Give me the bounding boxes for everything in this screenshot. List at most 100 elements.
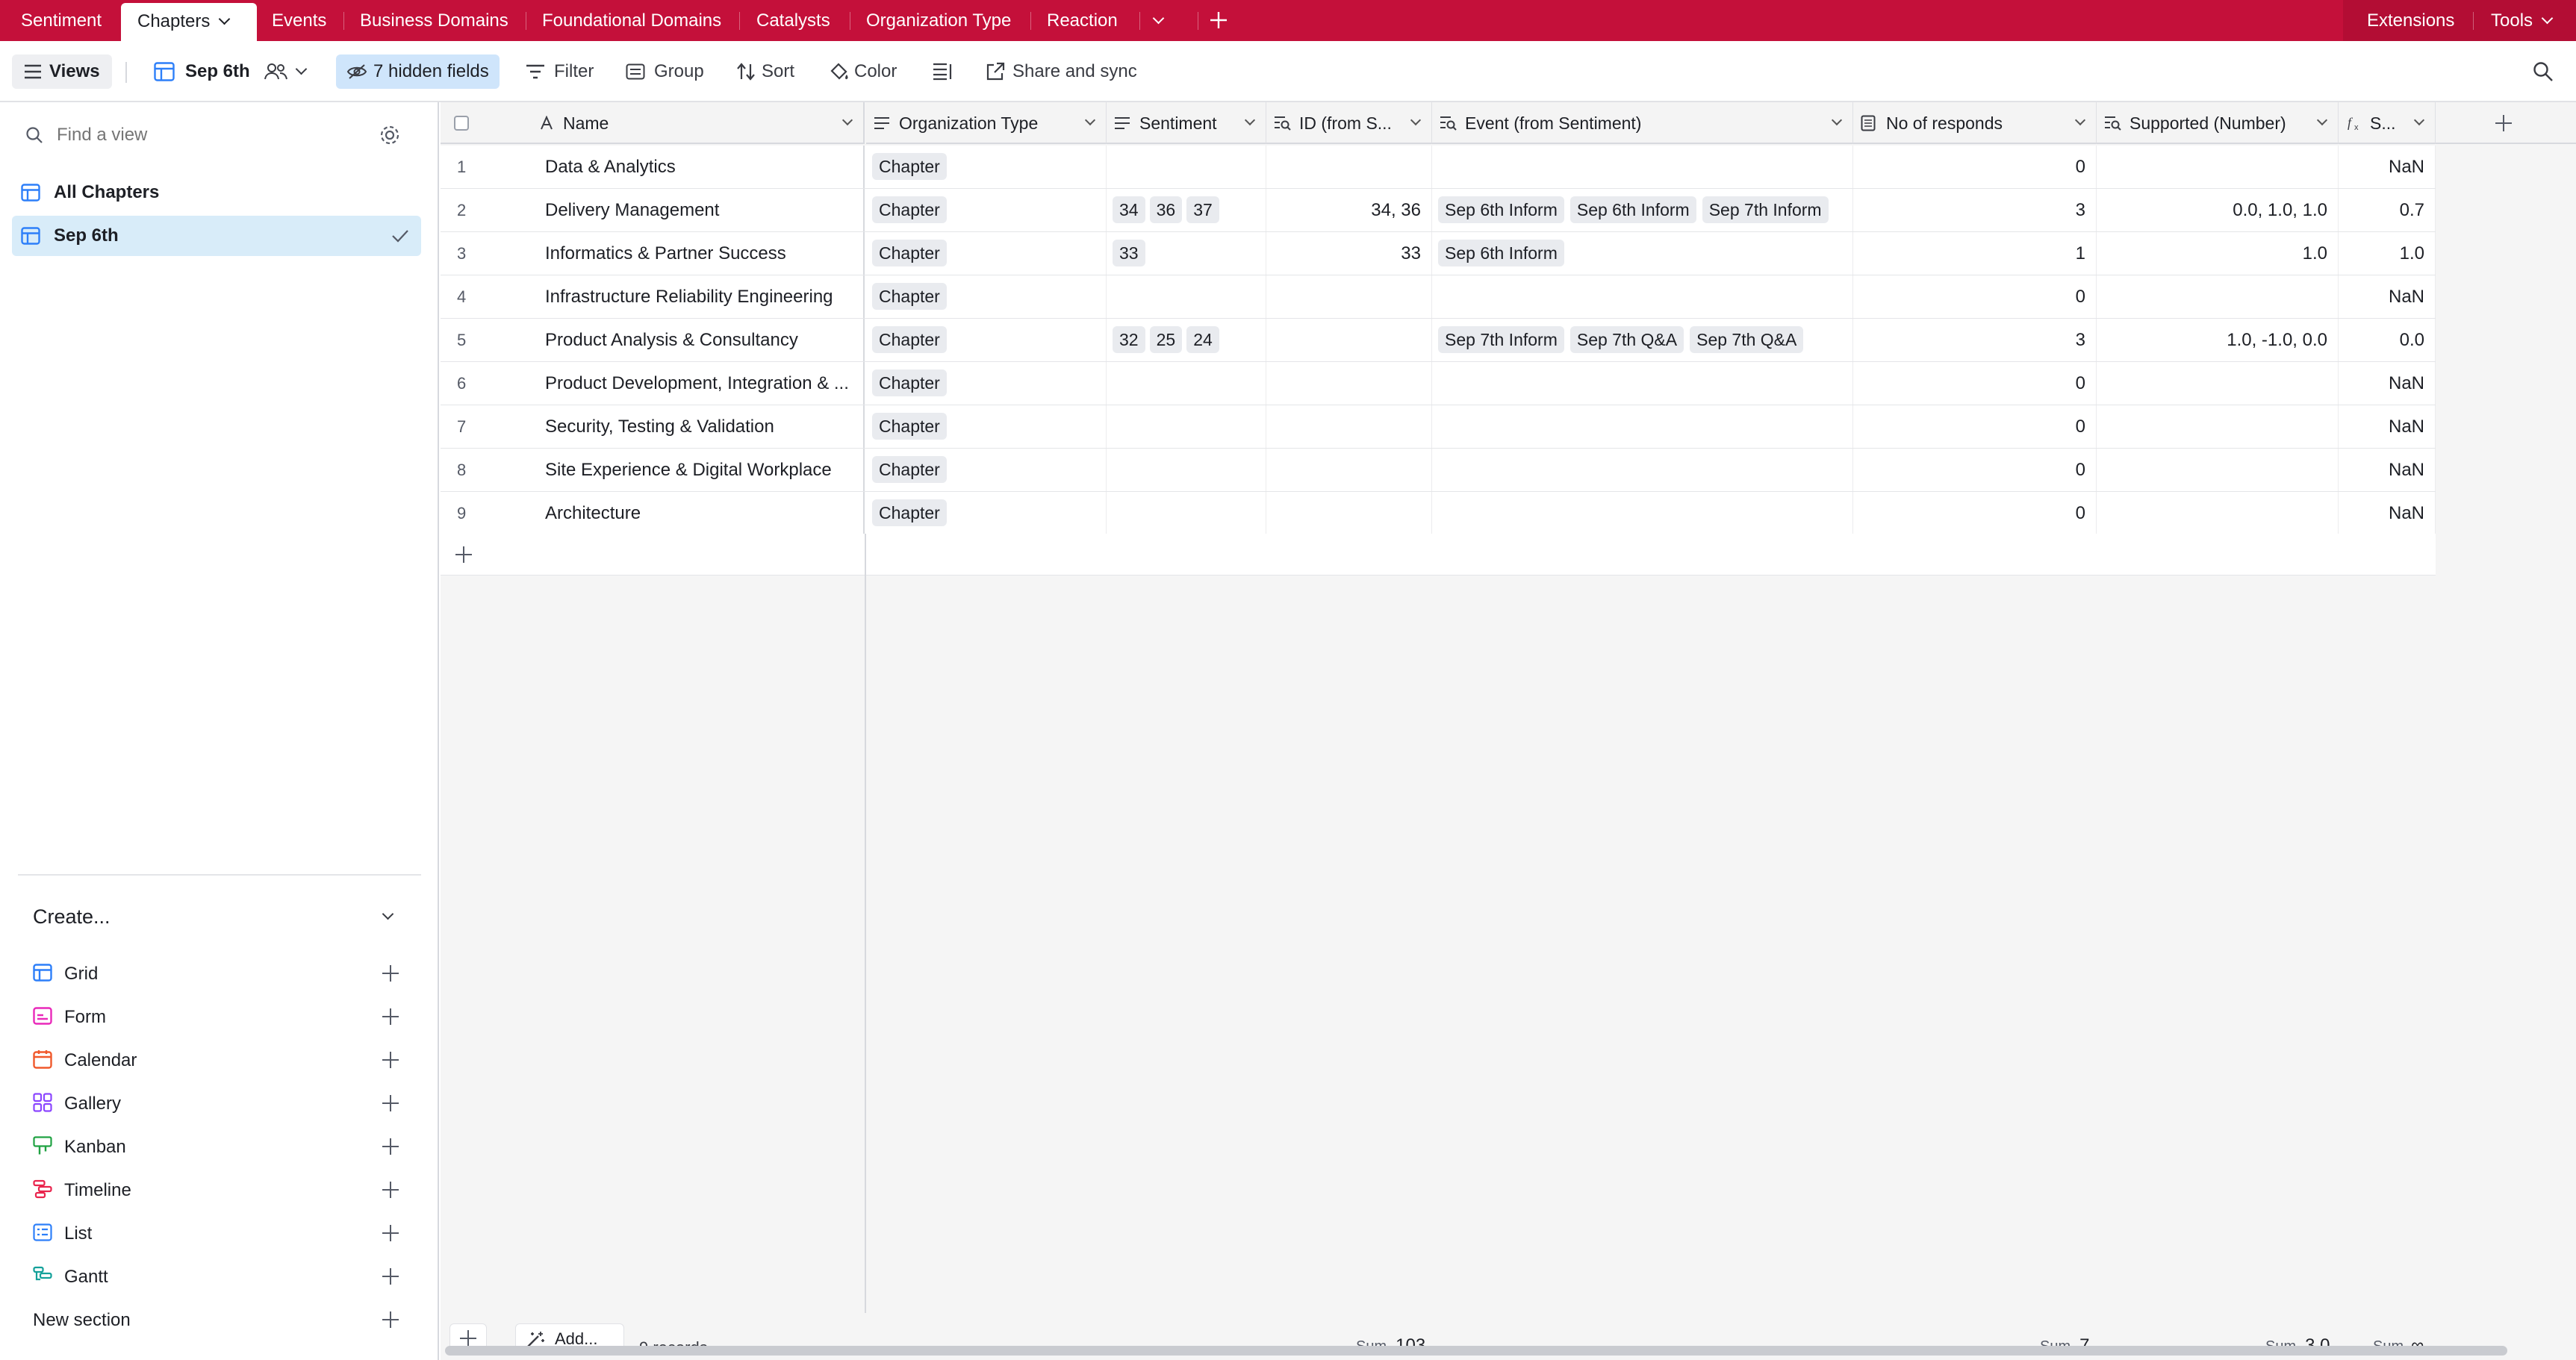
select-all-checkbox[interactable] — [454, 116, 469, 131]
filter-button[interactable]: Filter — [526, 56, 594, 87]
row-number[interactable]: 5 — [441, 319, 536, 361]
cell-s[interactable]: 0.0 — [2339, 319, 2436, 361]
cell-event-from-sentiment[interactable] — [1432, 362, 1853, 405]
current-view-button[interactable]: Sep 6th — [154, 56, 287, 87]
tab-foundational-domains[interactable]: Foundational Domains — [542, 0, 721, 41]
cell-no-of-responds[interactable]: 3 — [1853, 319, 2097, 361]
row-number[interactable]: 2 — [441, 189, 536, 231]
cell-organization-type[interactable]: Chapter — [866, 449, 1107, 491]
cell-organization-type[interactable]: Chapter — [866, 232, 1107, 275]
cell-id-from-sentiment[interactable] — [1266, 405, 1432, 448]
cell-name[interactable]: Architecture — [536, 492, 865, 534]
row-height-button[interactable] — [932, 56, 956, 87]
chevron-down-icon[interactable] — [219, 13, 231, 25]
tab-sentiment[interactable]: Sentiment — [21, 0, 102, 41]
more-tables-button[interactable] — [1150, 0, 1178, 41]
tab-business-domains[interactable]: Business Domains — [360, 0, 508, 41]
cell-sentiment[interactable]: 33 — [1107, 232, 1266, 275]
cell-organization-type[interactable]: Chapter — [866, 319, 1107, 361]
row-number[interactable]: 7 — [441, 405, 536, 448]
row-number[interactable]: 4 — [441, 275, 536, 318]
cell-event-from-sentiment[interactable]: Sep 6th Inform — [1432, 232, 1853, 275]
cell-name[interactable]: Delivery Management — [536, 189, 865, 231]
cell-supported-number[interactable] — [2097, 449, 2339, 491]
cell-s[interactable]: 1.0 — [2339, 232, 2436, 275]
sidebar-view-all-chapters[interactable]: All Chapters — [12, 172, 421, 213]
extensions-button[interactable]: Extensions — [2367, 0, 2454, 41]
cell-event-from-sentiment[interactable] — [1432, 146, 1853, 188]
cell-name[interactable]: Site Experience & Digital Workplace — [536, 449, 865, 491]
cell-organization-type[interactable]: Chapter — [866, 275, 1107, 318]
new-section-button[interactable]: New section — [21, 1301, 418, 1338]
create-kanban-view[interactable]: Kanban — [21, 1128, 418, 1165]
cell-s[interactable]: NaN — [2339, 492, 2436, 534]
cell-sentiment[interactable] — [1107, 362, 1266, 405]
create-gallery-view[interactable]: Gallery — [21, 1085, 418, 1122]
cell-sentiment[interactable] — [1107, 405, 1266, 448]
row-number[interactable]: 1 — [441, 146, 536, 188]
create-list-view[interactable]: List — [21, 1214, 418, 1252]
cell-name[interactable]: Product Development, Integration & ... — [536, 362, 865, 405]
cell-name[interactable]: Product Analysis & Consultancy — [536, 319, 865, 361]
cell-supported-number[interactable] — [2097, 405, 2339, 448]
cell-supported-number[interactable] — [2097, 492, 2339, 534]
column-header-name[interactable]: Name — [536, 102, 865, 144]
cell-no-of-responds[interactable]: 0 — [1853, 146, 2097, 188]
cell-supported-number[interactable]: 0.0, 1.0, 1.0 — [2097, 189, 2339, 231]
tab-events[interactable]: Events — [272, 0, 326, 41]
create-form-view[interactable]: Form — [21, 998, 418, 1035]
hidden-fields-button[interactable]: 7 hidden fields — [336, 54, 500, 89]
sidebar-view-sep-6th[interactable]: Sep 6th — [12, 216, 421, 256]
cell-organization-type[interactable]: Chapter — [866, 146, 1107, 188]
cell-sentiment[interactable] — [1107, 275, 1266, 318]
cell-name[interactable]: Security, Testing & Validation — [536, 405, 865, 448]
cell-id-from-sentiment[interactable]: 33 — [1266, 232, 1432, 275]
cell-supported-number[interactable] — [2097, 146, 2339, 188]
cell-supported-number[interactable]: 1.0, -1.0, 0.0 — [2097, 319, 2339, 361]
tab-catalysts[interactable]: Catalysts — [756, 0, 830, 41]
gear-icon[interactable] — [379, 125, 400, 146]
cell-organization-type[interactable]: Chapter — [866, 189, 1107, 231]
cell-sentiment[interactable] — [1107, 146, 1266, 188]
cell-event-from-sentiment[interactable] — [1432, 275, 1853, 318]
sort-button[interactable]: Sort — [736, 56, 794, 87]
cell-sentiment[interactable] — [1107, 492, 1266, 534]
column-header-no-of-responds[interactable]: No of responds — [1853, 102, 2097, 144]
cell-event-from-sentiment[interactable]: Sep 7th Inform Sep 7th Q&A Sep 7th Q&A — [1432, 319, 1853, 361]
tools-button[interactable]: Tools — [2491, 0, 2554, 41]
find-view-input[interactable] — [55, 120, 339, 150]
cell-name[interactable]: Data & Analytics — [536, 146, 865, 188]
search-icon[interactable] — [2533, 61, 2554, 82]
cell-name[interactable]: Infrastructure Reliability Engineering — [536, 275, 865, 318]
cell-id-from-sentiment[interactable] — [1266, 492, 1432, 534]
tab-organization-type[interactable]: Organization Type — [866, 0, 1011, 41]
column-header-s[interactable]: fx S... — [2339, 102, 2436, 144]
add-table-button[interactable] — [1205, 0, 1232, 41]
cell-supported-number[interactable] — [2097, 275, 2339, 318]
cell-no-of-responds[interactable]: 0 — [1853, 449, 2097, 491]
cell-no-of-responds[interactable]: 3 — [1853, 189, 2097, 231]
create-section-title[interactable]: Create... — [33, 905, 111, 929]
share-and-sync-button[interactable]: Share and sync — [986, 56, 1137, 87]
cell-sentiment[interactable]: 34 36 37 — [1107, 189, 1266, 231]
cell-id-from-sentiment[interactable] — [1266, 362, 1432, 405]
cell-no-of-responds[interactable]: 0 — [1853, 275, 2097, 318]
tab-reaction[interactable]: Reaction — [1047, 0, 1118, 41]
row-number[interactable]: 9 — [441, 492, 536, 534]
row-number[interactable]: 3 — [441, 232, 536, 275]
cell-supported-number[interactable] — [2097, 362, 2339, 405]
cell-s[interactable]: 0.7 — [2339, 189, 2436, 231]
cell-s[interactable]: NaN — [2339, 405, 2436, 448]
cell-event-from-sentiment[interactable] — [1432, 405, 1853, 448]
cell-sentiment[interactable] — [1107, 449, 1266, 491]
cell-event-from-sentiment[interactable] — [1432, 449, 1853, 491]
cell-id-from-sentiment[interactable] — [1266, 146, 1432, 188]
column-header-supported-number[interactable]: Supported (Number) — [2097, 102, 2339, 144]
tab-chapters[interactable]: Chapters — [121, 3, 257, 41]
cell-organization-type[interactable]: Chapter — [866, 362, 1107, 405]
column-header-id-from-sentiment[interactable]: ID (from S... — [1266, 102, 1432, 144]
cell-event-from-sentiment[interactable] — [1432, 492, 1853, 534]
view-menu-button[interactable] — [294, 56, 312, 87]
cell-supported-number[interactable]: 1.0 — [2097, 232, 2339, 275]
row-number[interactable]: 8 — [441, 449, 536, 491]
